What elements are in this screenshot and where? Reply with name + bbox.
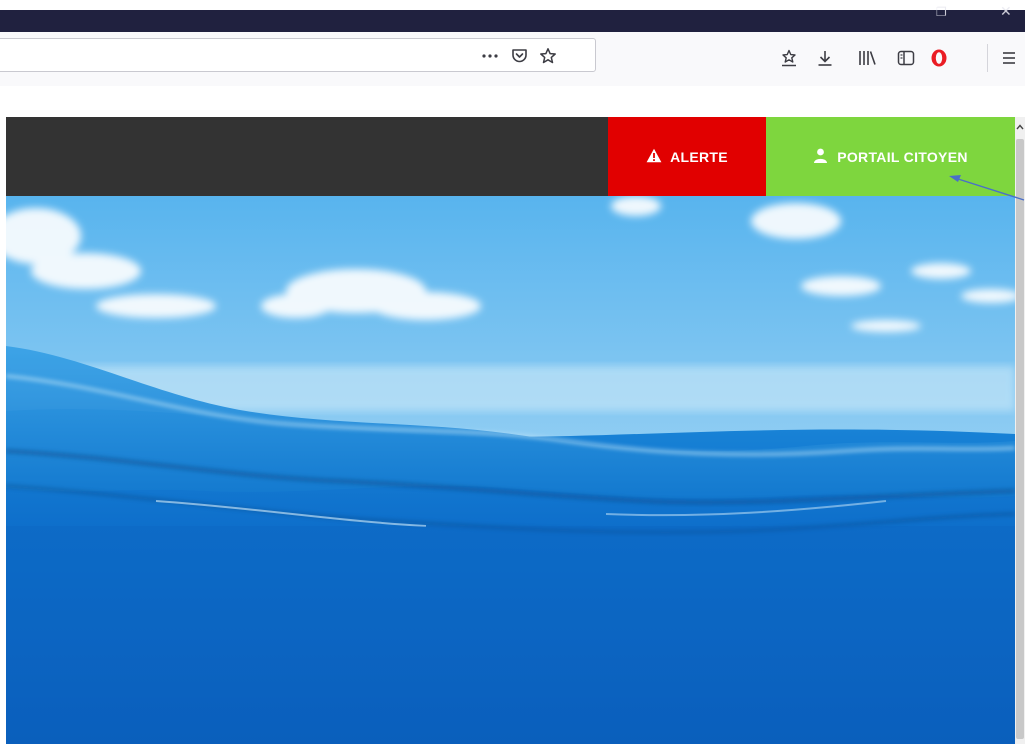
close-icon[interactable]: ✕ <box>1000 4 1012 20</box>
user-icon <box>813 148 828 166</box>
alerte-button[interactable]: ALERTE <box>608 117 766 196</box>
hero-water-image <box>6 196 1015 744</box>
browser-window: ❐ ✕ ALERTE PORTAIL CITOYEN <box>0 0 1025 744</box>
portail-citoyen-button[interactable]: PORTAIL CITOYEN <box>766 117 1015 196</box>
url-input[interactable] <box>7 45 471 67</box>
page-scrollbar[interactable] <box>1015 117 1025 744</box>
bookmark-star-icon[interactable] <box>778 47 800 69</box>
restore-icon[interactable]: ❐ <box>936 4 947 20</box>
library-icon[interactable] <box>856 47 878 69</box>
url-bar[interactable] <box>0 38 596 72</box>
warning-icon <box>646 148 662 166</box>
browser-toolbar <box>0 32 1025 86</box>
portail-citoyen-label: PORTAIL CITOYEN <box>837 148 968 165</box>
alerte-label: ALERTE <box>670 148 728 165</box>
site-navbar: ALERTE PORTAIL CITOYEN <box>6 117 1015 196</box>
hamburger-icon[interactable] <box>998 47 1020 69</box>
download-icon[interactable] <box>814 47 836 69</box>
sidebar-icon[interactable] <box>895 47 917 69</box>
website-content: ALERTE PORTAIL CITOYEN <box>6 117 1015 744</box>
scroll-thumb[interactable] <box>1016 139 1024 739</box>
more-dots-icon[interactable] <box>480 46 500 66</box>
scroll-up-icon[interactable] <box>1015 121 1025 133</box>
star-icon[interactable] <box>538 46 558 66</box>
window-titlebar: ❐ ✕ <box>0 4 1025 32</box>
opera-vpn-icon[interactable] <box>928 47 950 69</box>
toolbar-separator <box>987 44 988 72</box>
pocket-icon[interactable] <box>509 46 529 66</box>
